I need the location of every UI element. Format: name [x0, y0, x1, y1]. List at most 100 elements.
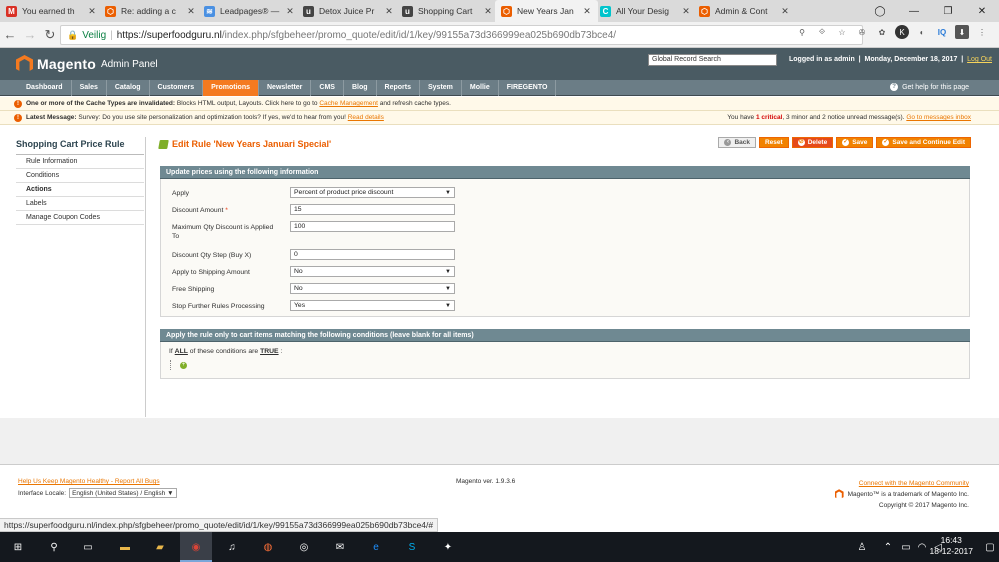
read-details-link[interactable]: Read details — [348, 114, 384, 121]
firefox-icon[interactable]: ◍ — [260, 539, 276, 555]
sidebar-item-manage-coupon-codes[interactable]: Manage Coupon Codes — [16, 211, 144, 225]
nav-item-dashboard[interactable]: Dashboard — [18, 79, 72, 96]
address-bar[interactable]: 🔒 Veilig | https://superfoodguru.nl/inde… — [60, 25, 863, 45]
nav-item-customers[interactable]: Customers — [150, 79, 204, 96]
free-shipping-select[interactable]: No ▼ — [290, 283, 455, 294]
close-window-icon[interactable]: ✕ — [965, 6, 999, 17]
close-tab-icon[interactable]: ✕ — [780, 6, 790, 17]
apply-shipping-label: Apply to Shipping Amount — [172, 269, 250, 276]
profile-icon[interactable]: ◯ — [863, 6, 897, 17]
interface-locale: Interface Locale: English (United States… — [18, 488, 177, 498]
sidebar-item-rule-information[interactable]: Rule Information — [16, 155, 144, 169]
apply-select[interactable]: Percent of product price discount ▼ — [290, 187, 455, 198]
battery-icon[interactable]: ▭ — [898, 539, 914, 555]
browser-tab-strip: M You earned th ✕ ⬡ Re: adding a c ✕ ≋ Leadpage… — [0, 0, 999, 22]
close-tab-icon[interactable]: ✕ — [384, 6, 394, 17]
tray-chevron-icon[interactable]: ⌃ — [880, 539, 896, 555]
close-tab-icon[interactable]: ✕ — [285, 6, 295, 17]
locale-select[interactable]: English (United States) / English ▼ — [69, 488, 177, 498]
add-condition-icon[interactable]: + — [180, 362, 187, 369]
sidebar-item-labels[interactable]: Labels — [16, 197, 144, 211]
nav-item-catalog[interactable]: Catalog — [107, 79, 150, 96]
star-icon[interactable]: ☆ — [835, 25, 849, 39]
nav-item-promotions[interactable]: Promotions — [203, 79, 259, 96]
puzzle-icon[interactable]: ✿ — [875, 25, 889, 39]
skype-icon[interactable]: S — [404, 539, 420, 555]
browser-tab[interactable]: ≋ Leadpages® — ✕ — [198, 0, 301, 22]
wifi-icon[interactable]: ◠ — [914, 539, 930, 555]
log-out-link[interactable]: Log Out — [967, 56, 992, 63]
sidebar-item-conditions[interactable]: Conditions — [16, 169, 144, 183]
reload-icon[interactable]: ↻ — [40, 27, 60, 43]
sidebar-item-actions[interactable]: Actions — [16, 183, 144, 197]
value-toggle[interactable]: TRUE — [260, 348, 279, 355]
browser-tab[interactable]: u Detox Juice Pr ✕ — [297, 0, 400, 22]
chrome-icon[interactable]: ◉ — [188, 539, 204, 555]
forward-arrow-icon[interactable]: → — [20, 27, 40, 42]
extension-icon[interactable]: ✇ — [855, 25, 869, 39]
mail-icon[interactable]: ✉ — [332, 539, 348, 555]
canva-icon: C — [600, 5, 611, 17]
browser-tab[interactable]: ⬡ Admin & Cont ✕ — [693, 0, 796, 22]
webcam-icon[interactable]: ◎ — [296, 539, 312, 555]
nav-item-reports[interactable]: Reports — [377, 79, 420, 96]
warning-icon: ! — [14, 99, 22, 108]
file-explorer-icon[interactable]: ▬ — [117, 539, 133, 555]
save-and-continue-button[interactable]: ✓ Save and Continue Edit — [876, 137, 971, 148]
browser-tab[interactable]: u Shopping Cart ✕ — [396, 0, 499, 22]
messages-inbox-link[interactable]: Go to messages inbox — [906, 114, 971, 121]
back-button[interactable]: ‹ Back — [718, 137, 756, 148]
max-qty-input[interactable]: 100 — [290, 221, 455, 232]
taskbar-clock[interactable]: 16:43 18-12-2017 — [930, 535, 973, 557]
close-tab-icon[interactable]: ✕ — [87, 6, 97, 17]
search-icon[interactable]: ⚲ — [46, 539, 62, 555]
aggregator-toggle[interactable]: ALL — [175, 348, 188, 355]
menu-icon[interactable]: ⋮ — [975, 25, 989, 39]
browser-tab[interactable]: M You earned th ✕ — [0, 0, 103, 22]
nav-item-sales[interactable]: Sales — [72, 79, 107, 96]
browser-tab[interactable]: C All Your Desig ✕ — [594, 0, 697, 22]
minimize-icon[interactable]: — — [897, 6, 931, 17]
global-search-input[interactable]: Global Record Search — [648, 54, 777, 66]
nav-item-mollie[interactable]: Mollie — [462, 79, 499, 96]
circle-extension-icon[interactable]: ◐ — [915, 25, 929, 39]
close-tab-icon[interactable]: ✕ — [681, 6, 691, 17]
restore-icon[interactable]: ❐ — [931, 6, 965, 17]
discount-amount-input[interactable]: 15 — [290, 204, 455, 215]
stop-rules-select[interactable]: Yes ▼ — [290, 300, 455, 311]
browser-tab[interactable]: ⬡ New Years Jan ✕ — [495, 0, 598, 22]
windows-start-icon[interactable]: ⊞ — [10, 539, 26, 555]
app-icon[interactable]: ✦ — [440, 539, 456, 555]
k-extension-icon[interactable]: K — [895, 25, 909, 39]
community-link[interactable]: Connect with the Magento Community — [859, 480, 969, 487]
people-icon[interactable]: ♙ — [854, 539, 870, 555]
close-tab-icon[interactable]: ✕ — [483, 6, 493, 17]
qty-step-input[interactable]: 0 — [290, 249, 455, 260]
nav-item-system[interactable]: System — [420, 79, 462, 96]
zoom-icon[interactable]: ⚲ — [795, 25, 809, 39]
iq-extension-icon[interactable]: IQ — [935, 25, 949, 39]
apply-shipping-select[interactable]: No ▼ — [290, 266, 455, 277]
itunes-icon[interactable]: ♫ — [224, 539, 240, 555]
reset-button[interactable]: Reset — [758, 137, 789, 148]
magento-logo[interactable]: Magento Admin Panel — [16, 55, 158, 73]
notifications-icon[interactable]: ▢ — [982, 539, 998, 555]
close-tab-icon[interactable]: ✕ — [582, 6, 592, 17]
folder-icon[interactable]: ▰ — [152, 539, 168, 555]
delete-button[interactable]: ⊘ Delete — [791, 137, 834, 148]
translate-icon[interactable]: ⟐ — [815, 25, 829, 39]
help-link[interactable]: ? Get help for this page — [890, 83, 969, 91]
browser-tab[interactable]: ⬡ Re: adding a c ✕ — [99, 0, 202, 22]
nav-item-firegento[interactable]: FIREGENTO — [499, 79, 557, 96]
nav-item-cms[interactable]: CMS — [311, 79, 344, 96]
close-tab-icon[interactable]: ✕ — [186, 6, 196, 17]
nav-item-blog[interactable]: Blog — [344, 79, 377, 96]
report-bugs-link[interactable]: Help Us Keep Magento Healthy - Report Al… — [18, 478, 160, 485]
edge-icon[interactable]: e — [368, 539, 384, 555]
back-arrow-icon[interactable]: ← — [0, 27, 20, 42]
nav-item-newsletter[interactable]: Newsletter — [259, 79, 312, 96]
download-extension-icon[interactable]: ⬇ — [955, 25, 969, 39]
task-view-icon[interactable]: ▭ — [80, 539, 96, 555]
cache-management-link[interactable]: Cache Management — [319, 100, 378, 107]
save-button[interactable]: ✓ Save — [836, 137, 874, 148]
